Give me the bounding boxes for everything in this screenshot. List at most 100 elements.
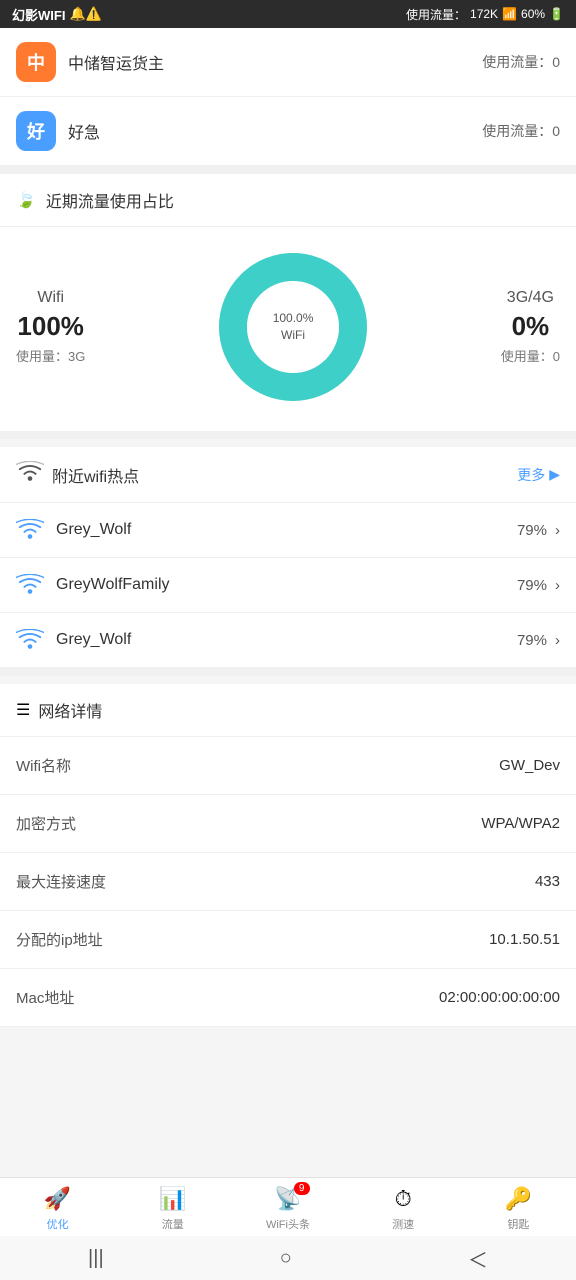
app-name-1: 中储智运货主	[68, 50, 164, 74]
wifi-item-2-left: Grey_Wolf	[16, 629, 131, 651]
traffic-status-label: 使用流量：	[406, 6, 466, 23]
bottom-nav: 🚀 优化 📊 流量 📡 9 WiFi头条 ⏱ 测速 🔑 钥匙 ||| ○ ＜	[0, 1177, 576, 1280]
wifi-signal-2: 79% ›	[517, 632, 560, 649]
traffic-icon: 📊	[159, 1186, 186, 1212]
wifi-name-1: GreyWolfFamily	[56, 576, 170, 594]
more-button[interactable]: 更多 ▶	[517, 465, 560, 485]
nav-item-key[interactable]: 🔑 钥匙	[488, 1186, 548, 1232]
detail-value-1: WPA/WPA2	[481, 815, 560, 832]
traffic-chart-area: Wifi 100% 使用量：3G 100.0% WiFi 3G/4G 0% 使用	[0, 227, 576, 431]
app-item-1[interactable]: 中 中储智运货主 使用流量：0	[0, 28, 576, 97]
traffic-icon: 🍃	[16, 190, 36, 210]
chevron-right-icon-0: ›	[555, 522, 560, 539]
key-label: 钥匙	[507, 1216, 529, 1232]
detail-label-0: Wifi名称	[16, 755, 71, 776]
wifi-hotspot-title: 附近wifi热点	[52, 463, 139, 487]
wifi-item-0-icon	[16, 519, 44, 541]
wifi-label-percent: 100%	[16, 311, 85, 342]
app-traffic-1: 使用流量：0	[482, 52, 560, 72]
nav-item-wifi-news[interactable]: 📡 9 WiFi头条	[258, 1186, 318, 1232]
cell-label-usage: 使用量：0	[501, 346, 560, 365]
status-icons: 🔔⚠️	[69, 6, 101, 22]
detail-value-0: GW_Dev	[499, 757, 560, 774]
nav-item-traffic[interactable]: 📊 流量	[143, 1186, 203, 1232]
wifi-traffic-label: Wifi 100% 使用量：3G	[16, 289, 85, 365]
cell-label-percent: 0%	[501, 311, 560, 342]
divider-1	[0, 166, 576, 174]
speed-label: 测速	[392, 1216, 414, 1232]
wifi-item-1-left: GreyWolfFamily	[16, 574, 170, 596]
traffic-section-header: 🍃 近期流量使用占比	[0, 174, 576, 227]
optimize-icon: 🚀	[44, 1186, 71, 1212]
wifi-label-usage: 使用量：3G	[16, 346, 85, 365]
chevron-right-icon-1: ›	[555, 577, 560, 594]
wifi-hotspot-header: 附近wifi热点 更多 ▶	[0, 447, 576, 503]
detail-value-3: 10.1.50.51	[489, 931, 560, 948]
wifi-hotspot-header-left: 附近wifi热点	[16, 461, 139, 488]
cell-label-name: 3G/4G	[501, 289, 560, 307]
wifi-signal-percent-2: 79%	[517, 632, 547, 649]
wifi-signal-1: 79% ›	[517, 577, 560, 594]
divider-2	[0, 431, 576, 439]
app-item-1-left: 中 中储智运货主	[16, 42, 164, 82]
wifi-item-2[interactable]: Grey_Wolf 79% ›	[0, 613, 576, 668]
wifi-item-2-icon	[16, 629, 44, 651]
donut-center-text: 100.0% WiFi	[273, 310, 314, 344]
detail-label-4: Mac地址	[16, 987, 74, 1008]
optimize-label: 优化	[47, 1216, 69, 1232]
chevron-right-icon: ▶	[549, 466, 560, 483]
network-details-header: ☰ 网络详情	[0, 684, 576, 737]
app-list: 中 中储智运货主 使用流量：0 好 好急 使用流量：0	[0, 28, 576, 166]
home-button[interactable]: ○	[280, 1247, 292, 1270]
nav-item-speed[interactable]: ⏱ 测速	[373, 1186, 433, 1232]
speed-icon: ⏱	[395, 1186, 412, 1212]
wifi-name-0: Grey_Wolf	[56, 521, 131, 539]
traffic-label: 流量	[162, 1216, 184, 1232]
detail-row-1: 加密方式 WPA/WPA2	[0, 795, 576, 853]
status-left: 幻影WIFI 🔔⚠️	[12, 5, 102, 24]
chevron-right-icon-2: ›	[555, 632, 560, 649]
app-item-2-left: 好 好急	[16, 111, 100, 151]
wifi-signal-icon	[16, 461, 44, 483]
traffic-section-title: 近期流量使用占比	[46, 188, 174, 212]
divider-3	[0, 668, 576, 676]
wifi-item-1[interactable]: GreyWolfFamily 79% ›	[0, 558, 576, 613]
donut-chart: 100.0% WiFi	[213, 247, 373, 407]
wifi-signal-percent-0: 79%	[517, 522, 547, 539]
wifi-news-badge: 9	[294, 1182, 310, 1195]
menu-button[interactable]: |||	[88, 1247, 104, 1270]
wifi-item-0-left: Grey_Wolf	[16, 519, 131, 541]
system-nav: ||| ○ ＜	[0, 1236, 576, 1280]
status-right: 使用流量： 172K 📶 60%🔋	[406, 6, 564, 23]
cell-traffic-label: 3G/4G 0% 使用量：0	[501, 289, 560, 365]
detail-value-2: 433	[535, 873, 560, 890]
wifi-signal-0: 79% ›	[517, 522, 560, 539]
battery-percent: 60%	[521, 7, 545, 21]
status-bar: 幻影WIFI 🔔⚠️ 使用流量： 172K 📶 60%🔋	[0, 0, 576, 28]
detail-row-0: Wifi名称 GW_Dev	[0, 737, 576, 795]
detail-label-1: 加密方式	[16, 813, 76, 834]
detail-row-2: 最大连接速度 433	[0, 853, 576, 911]
wifi-hotspot-icon	[16, 461, 44, 488]
app-icon-2: 好	[16, 111, 56, 151]
app-name-status: 幻影WIFI	[12, 5, 65, 24]
app-traffic-2: 使用流量：0	[482, 121, 560, 141]
wifi-news-icon: 📡 9	[274, 1186, 301, 1212]
nav-items: 🚀 优化 📊 流量 📡 9 WiFi头条 ⏱ 测速 🔑 钥匙	[0, 1178, 576, 1236]
traffic-status-value: 172K	[470, 7, 498, 21]
main-content: 中 中储智运货主 使用流量：0 好 好急 使用流量：0 🍃 近期流量使用占比	[0, 28, 576, 1157]
network-details-icon: ☰	[16, 700, 30, 720]
wifi-news-label: WiFi头条	[266, 1216, 310, 1232]
detail-row-3: 分配的ip地址 10.1.50.51	[0, 911, 576, 969]
back-button[interactable]: ＜	[468, 1244, 488, 1273]
wifi-label-name: Wifi	[16, 289, 85, 307]
detail-value-4: 02:00:00:00:00:00	[439, 989, 560, 1006]
wifi-item-0[interactable]: Grey_Wolf 79% ›	[0, 503, 576, 558]
nav-item-optimize[interactable]: 🚀 优化	[28, 1186, 88, 1232]
wifi-name-2: Grey_Wolf	[56, 631, 131, 649]
detail-row-4: Mac地址 02:00:00:00:00:00	[0, 969, 576, 1027]
app-item-2[interactable]: 好 好急 使用流量：0	[0, 97, 576, 166]
detail-label-2: 最大连接速度	[16, 871, 106, 892]
battery-status: 📶	[502, 7, 517, 21]
key-icon: 🔑	[505, 1186, 532, 1212]
